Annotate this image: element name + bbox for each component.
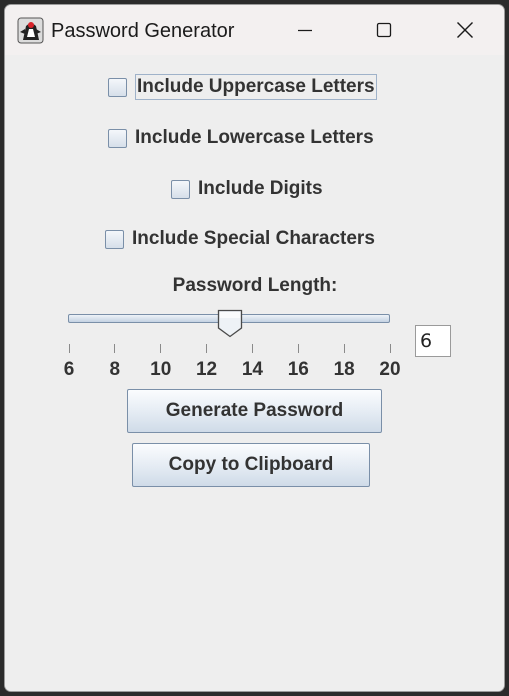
minimize-button[interactable] bbox=[283, 13, 327, 47]
digits-checkbox-row[interactable]: Include Digits bbox=[171, 176, 323, 202]
close-icon bbox=[457, 22, 473, 38]
slider-tick-label: 8 bbox=[109, 359, 121, 380]
slider-tick bbox=[160, 344, 162, 353]
lowercase-checkbox-row[interactable]: Include Lowercase Letters bbox=[108, 125, 374, 151]
window-title: Password Generator bbox=[51, 20, 235, 42]
slider-tick-label: 6 bbox=[63, 359, 75, 380]
close-button[interactable] bbox=[443, 13, 487, 47]
slider-tick bbox=[343, 344, 345, 353]
maximize-button[interactable] bbox=[362, 13, 406, 47]
special-checkbox-row[interactable]: Include Special Characters bbox=[105, 226, 375, 252]
minimize-icon bbox=[298, 29, 312, 32]
slider-tick-label: 16 bbox=[287, 359, 309, 380]
special-label[interactable]: Include Special Characters bbox=[132, 227, 375, 251]
app-window: Password Generator Include Uppercase Let… bbox=[4, 4, 505, 692]
special-checkbox[interactable] bbox=[105, 229, 124, 249]
slider-tick-label: 12 bbox=[195, 359, 218, 380]
password-length-label: Password Length: bbox=[172, 275, 338, 296]
title-bar[interactable]: Password Generator bbox=[5, 5, 504, 55]
digits-label[interactable]: Include Digits bbox=[198, 177, 323, 201]
slider-tick-label: 18 bbox=[333, 359, 355, 380]
lowercase-label[interactable]: Include Lowercase Letters bbox=[135, 126, 374, 150]
slider-tick bbox=[206, 344, 208, 353]
slider-tick-label: 20 bbox=[379, 359, 401, 380]
slider-tick bbox=[251, 344, 253, 353]
slider-tick-label: 10 bbox=[150, 359, 172, 380]
maximize-icon bbox=[376, 22, 392, 38]
content-panel: Include Uppercase Letters Include Lowerc… bbox=[5, 55, 504, 691]
length-field[interactable] bbox=[415, 325, 451, 357]
java-duke-icon bbox=[17, 17, 44, 44]
slider-tick bbox=[389, 344, 391, 353]
slider-thumb[interactable] bbox=[217, 309, 243, 338]
slider-tick bbox=[68, 344, 70, 353]
slider-tick bbox=[114, 344, 116, 353]
uppercase-label[interactable]: Include Uppercase Letters bbox=[135, 74, 377, 100]
lowercase-checkbox[interactable] bbox=[108, 128, 127, 148]
copy-to-clipboard-button[interactable]: Copy to Clipboard bbox=[132, 443, 370, 487]
slider-tick-label: 14 bbox=[241, 359, 263, 380]
digits-checkbox[interactable] bbox=[171, 179, 190, 199]
slider-tick bbox=[297, 344, 299, 353]
uppercase-checkbox[interactable] bbox=[108, 77, 127, 97]
uppercase-checkbox-row[interactable]: Include Uppercase Letters bbox=[108, 74, 377, 100]
generate-password-button[interactable]: Generate Password bbox=[127, 389, 382, 433]
